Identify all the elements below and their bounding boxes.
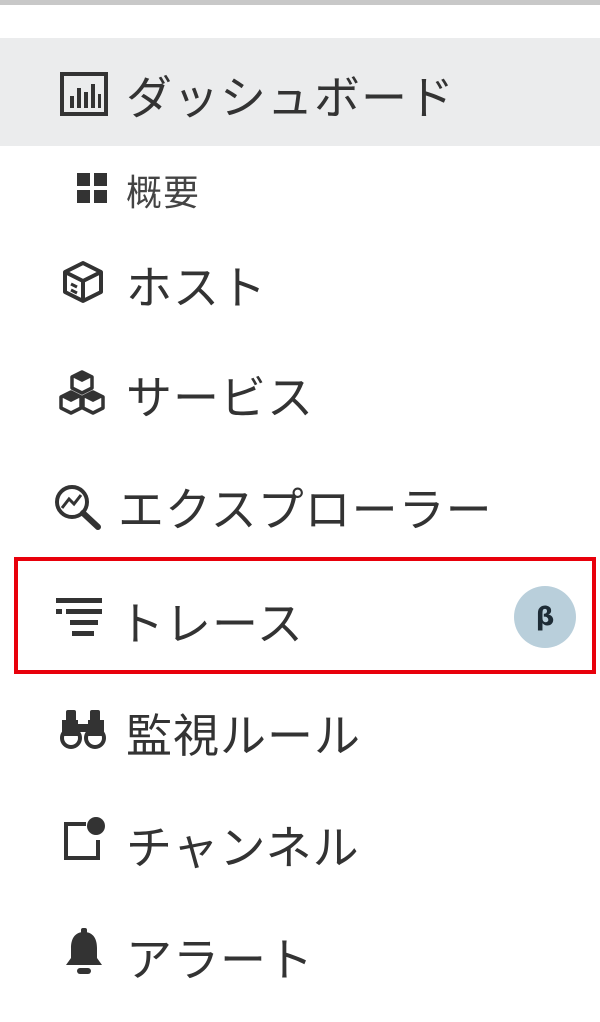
- dashboard-chart-icon: [60, 72, 108, 116]
- sidebar-item-services[interactable]: サービス: [0, 342, 600, 438]
- channel-notification-icon: [62, 816, 106, 862]
- sidebar-item-explorer[interactable]: エクスプローラー: [0, 454, 600, 550]
- beta-badge: β: [514, 586, 576, 648]
- magnifier-icon: [52, 482, 102, 530]
- sidebar-item-traces[interactable]: トレース β: [0, 566, 600, 666]
- bell-icon: [62, 928, 106, 976]
- sidebar-item-label: サービス: [126, 371, 314, 425]
- sidebar-item-label: 概要: [126, 173, 201, 214]
- sidebar-item-dashboard[interactable]: ダッシュボード: [0, 38, 600, 146]
- sidebar-item-label: トレース: [118, 597, 304, 651]
- binoculars-icon: [60, 708, 106, 750]
- filter-lines-icon: [56, 596, 104, 638]
- sidebar-item-label: ダッシュボード: [126, 71, 455, 125]
- sidebar-item-hosts[interactable]: ホスト: [0, 232, 600, 328]
- sidebar-item-label: ホスト: [126, 261, 267, 315]
- sidebar-item-monitor-rules[interactable]: 監視ルール: [0, 678, 600, 778]
- cubes-icon: [58, 370, 106, 416]
- top-divider: [0, 0, 600, 5]
- grid-icon: [76, 172, 108, 204]
- sidebar-item-label: エクスプローラー: [118, 483, 493, 537]
- sidebar-item-label: チャンネル: [126, 821, 360, 875]
- sidebar-item-alerts[interactable]: アラート: [0, 902, 600, 1002]
- sidebar-item-channels[interactable]: チャンネル: [0, 790, 600, 890]
- sidebar-item-label: 監視ルール: [126, 709, 361, 763]
- cube-icon: [62, 260, 104, 304]
- sidebar-item-overview[interactable]: 概要: [0, 150, 600, 226]
- sidebar-item-label: アラート: [126, 933, 314, 987]
